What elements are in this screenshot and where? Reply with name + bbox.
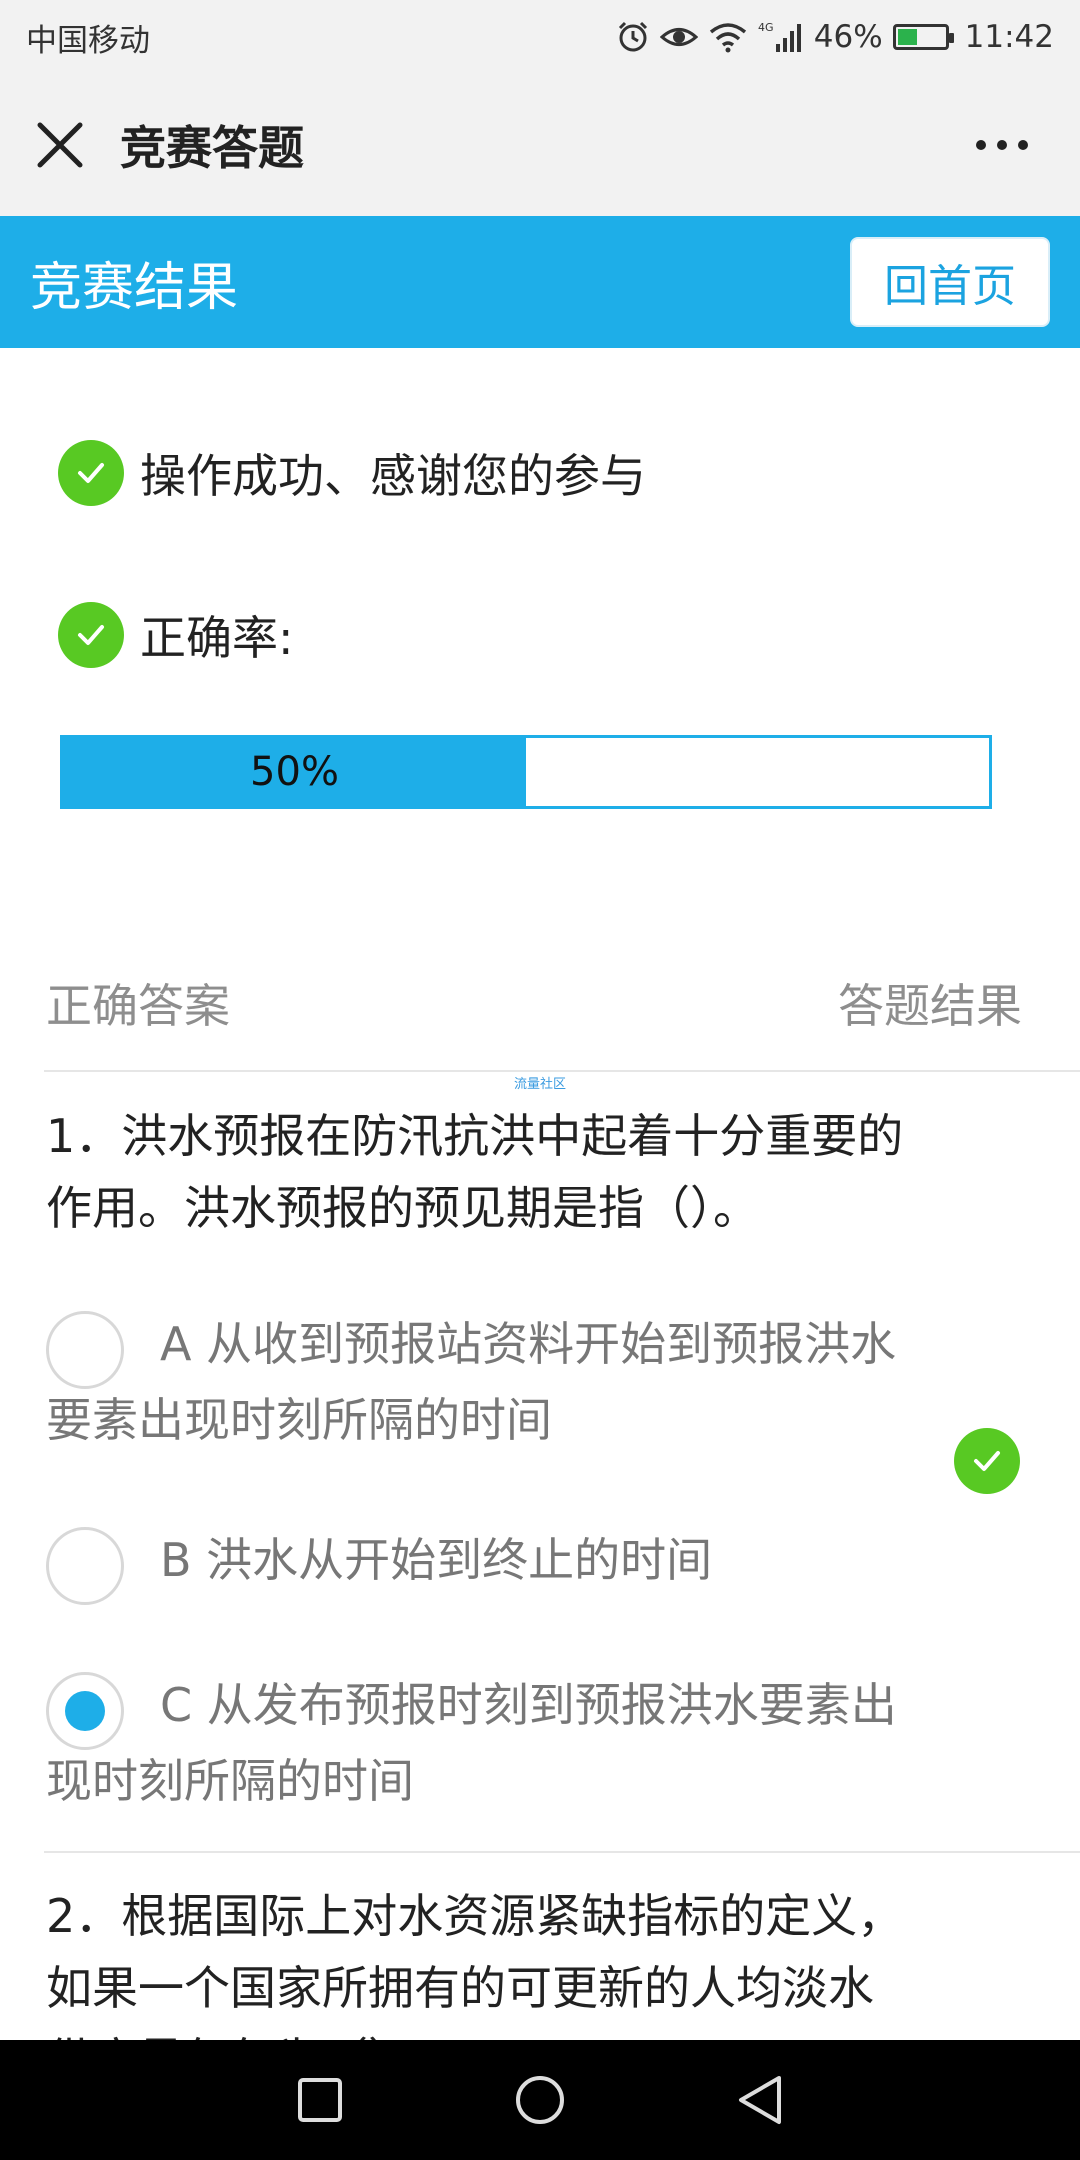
check-icon bbox=[58, 602, 124, 668]
back-nav-button[interactable] bbox=[725, 2065, 795, 2135]
title-bar: 竞赛答题 bbox=[0, 74, 1080, 216]
carrier-name: 中国移动 bbox=[26, 22, 150, 59]
check-icon bbox=[58, 440, 124, 506]
recent-apps-button[interactable] bbox=[285, 2065, 355, 2135]
page-title: 竞赛答题 bbox=[120, 121, 304, 175]
battery-icon bbox=[892, 24, 954, 50]
square-icon bbox=[298, 2078, 342, 2122]
divider bbox=[44, 1851, 1080, 1853]
success-message: 操作成功、感谢您的参与 bbox=[140, 449, 646, 503]
close-button[interactable] bbox=[0, 74, 120, 216]
divider bbox=[44, 1070, 1080, 1072]
option-c[interactable]: C 从发布预报时刻到预报洪水要素出现时刻所隔的时间 bbox=[46, 1667, 906, 1819]
correct-answer-check-icon bbox=[954, 1428, 1020, 1494]
accuracy-progress-fill: 50% bbox=[63, 738, 526, 806]
status-icons: 4G 46% 11:42 bbox=[616, 19, 1054, 55]
legend-answer-result: 答题结果 bbox=[838, 979, 1022, 1033]
accuracy-value: 50% bbox=[250, 749, 339, 795]
option-b[interactable]: B 洪水从开始到终止的时间 bbox=[46, 1522, 906, 1598]
question-text: 1．洪水预报在防汛抗洪中起着十分重要的作用。洪水预报的预见期是指（）。 bbox=[46, 1109, 904, 1235]
clock: 11:42 bbox=[964, 19, 1054, 55]
battery-percent: 46% bbox=[813, 19, 883, 55]
success-row: 操作成功、感谢您的参与 bbox=[58, 440, 646, 506]
circle-icon bbox=[516, 2076, 564, 2124]
result-header: 竞赛结果 回首页 bbox=[0, 216, 1080, 348]
legend-correct-answer: 正确答案 bbox=[46, 979, 230, 1033]
alarm-icon bbox=[616, 20, 650, 54]
status-bar: 中国移动 4G 46% 11:42 bbox=[0, 0, 1080, 74]
back-triangle-icon bbox=[739, 2076, 781, 2124]
watermark: 流量社区 bbox=[514, 1077, 567, 1092]
result-heading: 竞赛结果 bbox=[30, 257, 239, 318]
eye-icon bbox=[659, 22, 698, 52]
more-icon bbox=[976, 140, 1028, 150]
close-icon bbox=[37, 122, 83, 168]
network-type: 4G bbox=[758, 21, 774, 34]
wifi-icon bbox=[708, 21, 748, 53]
home-button[interactable]: 回首页 bbox=[850, 237, 1050, 327]
home-nav-button[interactable] bbox=[505, 2065, 575, 2135]
option-a[interactable]: A 从收到预报站资料开始到预报洪水要素出现时刻所隔的时间 bbox=[46, 1306, 906, 1458]
accuracy-label: 正确率: bbox=[140, 611, 294, 665]
battery-level bbox=[897, 29, 917, 45]
answer-legend: 正确答案 答题结果 bbox=[46, 970, 1022, 1036]
system-nav-bar bbox=[0, 2040, 1080, 2160]
app-screen: 中国移动 4G 46% 11:42 竞赛答题 竞赛结果 回首页 操作成功、感谢您… bbox=[0, 0, 1080, 2160]
more-button[interactable] bbox=[974, 74, 1030, 216]
accuracy-progress-bar: 50% bbox=[60, 735, 992, 809]
signal-icon: 4G bbox=[758, 20, 804, 54]
accuracy-row: 正确率: bbox=[58, 602, 294, 668]
